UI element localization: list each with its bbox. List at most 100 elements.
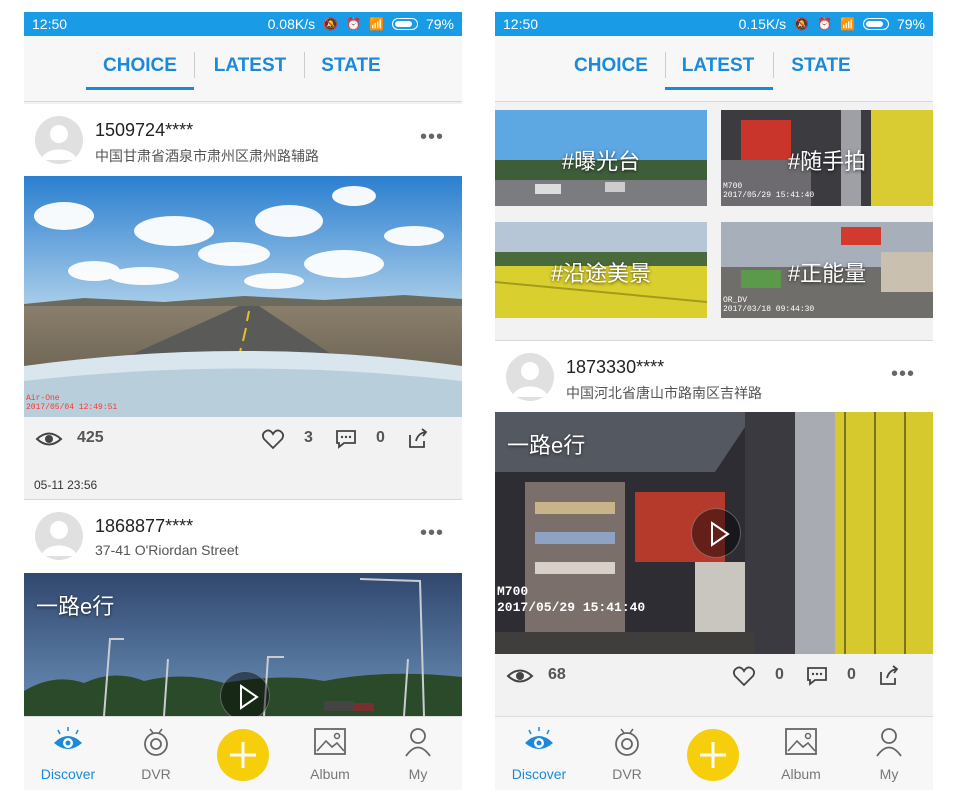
nav-my[interactable]: My xyxy=(374,717,462,790)
post-username[interactable]: 1873330**** xyxy=(566,357,664,378)
tab-divider xyxy=(304,52,305,78)
person-icon xyxy=(876,728,902,757)
nav-album[interactable]: Album xyxy=(286,717,374,790)
status-bar: 12:50 0.15K/s 🔕 ⏰ 📶 79% xyxy=(495,12,933,36)
video-timestamp: OR_DV 2017/03/18 09:44:30 xyxy=(723,296,815,314)
views-icon xyxy=(35,432,63,446)
avatar[interactable] xyxy=(35,116,83,164)
bottom-nav: Discover DVR Album My xyxy=(495,716,933,790)
share-icon[interactable] xyxy=(406,427,430,451)
post-photo[interactable]: Air-One 2017/05/04 12:49:51 xyxy=(24,176,462,417)
nav-my[interactable]: My xyxy=(845,717,933,790)
nav-label: DVR xyxy=(612,766,642,782)
camera-icon xyxy=(144,728,168,756)
alarm-icon: ⏰ xyxy=(817,17,833,31)
battery-level: 79% xyxy=(896,16,925,32)
nav-dvr[interactable]: DVR xyxy=(112,717,200,790)
topic-label: #随手拍 xyxy=(787,149,867,174)
tab-divider xyxy=(773,52,774,78)
topic-label: #沿途美景 xyxy=(550,261,652,286)
screen-choice: 12:50 0.08K/s 🔕 ⏰ 📶 79% CHOICE LATEST ST… xyxy=(24,12,462,790)
network-speed: 0.15K/s xyxy=(738,16,787,32)
tab-active-indicator xyxy=(665,87,773,90)
nav-label: Album xyxy=(781,766,821,782)
video-timestamp: Air-One 2017/05/04 12:49:51 xyxy=(26,394,118,412)
nav-discover[interactable]: Discover xyxy=(24,717,112,790)
avatar[interactable] xyxy=(35,512,83,560)
image-icon xyxy=(785,728,817,755)
topic-label: #曝光台 xyxy=(561,149,641,174)
more-options-button[interactable]: ••• xyxy=(420,522,444,545)
nav-dvr[interactable]: DVR xyxy=(583,717,671,790)
post-caption: 一路e行 xyxy=(507,433,586,458)
post-location: 37-41 O'Riordan Street xyxy=(95,542,239,558)
views-count: 68 xyxy=(548,666,566,683)
nav-label: DVR xyxy=(141,766,171,782)
likes-count: 0 xyxy=(775,666,784,683)
tab-bar: CHOICE LATEST STATE xyxy=(24,36,462,102)
play-button[interactable] xyxy=(220,671,270,716)
add-post-button[interactable] xyxy=(687,729,739,781)
comment-icon[interactable] xyxy=(334,427,358,451)
mute-icon: 🔕 xyxy=(323,17,339,31)
image-icon xyxy=(314,728,346,755)
battery-level: 79% xyxy=(425,16,454,32)
post-header: 1868877**** 37-41 O'Riordan Street ••• xyxy=(24,499,462,573)
play-button[interactable] xyxy=(691,508,741,558)
eye-icon xyxy=(54,727,82,749)
post-location: 中国甘肃省酒泉市肃州区肃州路辅路 xyxy=(95,148,319,164)
more-options-button[interactable]: ••• xyxy=(891,363,915,386)
post-location: 中国河北省唐山市路南区吉祥路 xyxy=(566,385,762,401)
play-icon xyxy=(711,521,730,547)
tab-choice[interactable]: CHOICE xyxy=(86,52,194,80)
views-count: 425 xyxy=(77,429,104,446)
nav-album[interactable]: Album xyxy=(757,717,845,790)
camera-icon xyxy=(615,728,639,756)
avatar[interactable] xyxy=(506,353,554,401)
share-icon[interactable] xyxy=(877,664,901,688)
post-caption: 一路e行 xyxy=(36,594,115,619)
tab-latest[interactable]: LATEST xyxy=(667,52,769,80)
mute-icon: 🔕 xyxy=(794,17,810,31)
topic-tile[interactable]: #随手拍 M700 2017/05/29 15:41:40 xyxy=(721,110,933,206)
post-username[interactable]: 1509724**** xyxy=(95,120,193,141)
tab-state[interactable]: STATE xyxy=(779,52,863,80)
nav-label: Discover xyxy=(511,766,567,782)
comments-count: 0 xyxy=(376,429,385,446)
plus-icon xyxy=(230,742,256,768)
topic-label: #正能量 xyxy=(787,261,867,286)
nav-discover[interactable]: Discover xyxy=(495,717,583,790)
battery-icon xyxy=(862,18,889,30)
post-video[interactable]: 一路e行 M700 2017/05/29 15:41:40 xyxy=(495,412,933,654)
video-timestamp: M700 2017/05/29 15:41:40 xyxy=(497,584,646,615)
like-icon[interactable] xyxy=(261,427,285,451)
post-actions: 425 3 0 xyxy=(24,417,462,461)
topic-tile[interactable]: #曝光台 xyxy=(495,110,707,206)
add-post-button[interactable] xyxy=(217,729,269,781)
topic-tile[interactable]: #正能量 OR_DV 2017/03/18 09:44:30 xyxy=(721,222,933,318)
more-options-button[interactable]: ••• xyxy=(420,126,444,149)
topic-tile[interactable]: #沿途美景 xyxy=(495,222,707,318)
post-username[interactable]: 1868877**** xyxy=(95,516,193,537)
tab-latest[interactable]: LATEST xyxy=(200,52,300,80)
post-header: 1509724**** 中国甘肃省酒泉市肃州区肃州路辅路 ••• xyxy=(24,104,462,178)
status-time: 12:50 xyxy=(503,16,539,32)
nav-label: My xyxy=(408,766,428,782)
screen-latest: 12:50 0.15K/s 🔕 ⏰ 📶 79% CHOICE LATEST ST… xyxy=(495,12,933,790)
eye-icon xyxy=(525,727,553,749)
tab-choice[interactable]: CHOICE xyxy=(557,52,665,80)
comment-icon[interactable] xyxy=(805,664,829,688)
tab-state[interactable]: STATE xyxy=(310,52,392,80)
like-icon[interactable] xyxy=(732,664,756,688)
video-timestamp: M700 2017/05/29 15:41:40 xyxy=(723,182,815,200)
network-speed: 0.08K/s xyxy=(267,16,316,32)
alarm-icon: ⏰ xyxy=(346,17,362,31)
nav-label: Discover xyxy=(40,766,96,782)
tab-divider xyxy=(665,52,666,78)
nav-label: My xyxy=(879,766,899,782)
nav-label: Album xyxy=(310,766,350,782)
post-video[interactable]: 一路e行 xyxy=(24,573,462,716)
tab-active-indicator xyxy=(86,87,194,90)
tab-divider xyxy=(194,52,195,78)
bottom-nav: Discover DVR Album My xyxy=(24,716,462,790)
